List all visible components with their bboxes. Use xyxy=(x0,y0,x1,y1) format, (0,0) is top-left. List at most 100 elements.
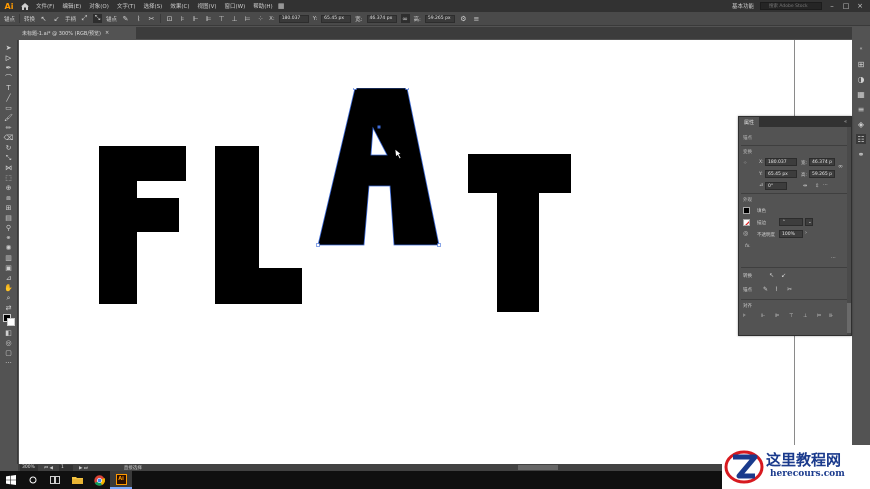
pencil-tool-icon[interactable]: ✏ xyxy=(3,124,15,133)
fx-label[interactable]: fx. xyxy=(745,244,751,249)
prev-artboard-icon[interactable]: ⏮ ◀ xyxy=(44,465,53,471)
curvature-tool-icon[interactable]: ⌒ xyxy=(3,74,15,83)
pen-tool-icon[interactable]: ✒ xyxy=(3,64,15,73)
reference-point-icon[interactable]: ⁘ xyxy=(256,14,265,23)
search-icon[interactable] xyxy=(22,471,44,489)
properties-panel-icon[interactable]: ☷ xyxy=(856,134,866,144)
menu-effect[interactable]: 效果(C) xyxy=(166,2,193,10)
eyedropper-tool-icon[interactable]: ⚲ xyxy=(3,224,15,233)
cut-path-icon[interactable]: ✂ xyxy=(147,14,156,23)
hide-handles-icon[interactable]: ⤡ xyxy=(93,14,103,23)
links-panel-icon[interactable]: ⚭ xyxy=(856,149,866,159)
close-tab-icon[interactable]: × xyxy=(105,30,109,36)
workspace-switcher[interactable]: 基本功能 xyxy=(732,2,754,10)
align-top-icon[interactable]: ⊤ xyxy=(789,313,793,319)
flip-horizontal-icon[interactable]: ⇹ xyxy=(803,183,807,189)
opacity-field[interactable]: 100% xyxy=(779,230,803,238)
line-tool-icon[interactable]: ╱ xyxy=(3,94,15,103)
menu-select[interactable]: 选择(S) xyxy=(140,2,167,10)
align-center-icon[interactable]: ⊩ xyxy=(191,14,200,23)
arrange-icon[interactable]: ▦ xyxy=(277,2,286,11)
reference-point-icon[interactable]: ⁘ xyxy=(743,160,747,166)
rotate-tool-icon[interactable]: ↻ xyxy=(3,144,15,153)
stock-search-input[interactable]: 搜索 Adobe Stock xyxy=(760,2,822,10)
eraser-tool-icon[interactable]: ⌫ xyxy=(3,134,15,143)
file-explorer-icon[interactable] xyxy=(66,471,88,489)
stroke-swatch[interactable] xyxy=(6,318,15,326)
scale-tool-icon[interactable]: ⤡ xyxy=(3,154,15,163)
connect-anchor-icon[interactable]: ⌇ xyxy=(775,286,778,293)
menu-view[interactable]: 视图(V) xyxy=(193,2,220,10)
opacity-expand-icon[interactable]: › xyxy=(805,230,807,236)
more-options-icon[interactable]: ··· xyxy=(831,255,836,261)
free-transform-tool-icon[interactable]: ⬚ xyxy=(3,174,15,183)
blend-tool-icon[interactable]: ⚭ xyxy=(3,234,15,243)
horizontal-scrollbar-thumb[interactable] xyxy=(518,465,558,470)
stroke-panel-icon[interactable]: ≡ xyxy=(856,104,866,114)
artboard-number-field[interactable]: 1 xyxy=(58,464,73,471)
scrollbar-thumb[interactable] xyxy=(847,303,851,333)
task-view-icon[interactable] xyxy=(44,471,66,489)
y-field[interactable]: 65.45 px xyxy=(765,170,797,178)
align-left-icon[interactable]: ⊧ xyxy=(178,14,187,23)
remove-anchor-icon[interactable]: ✎ xyxy=(121,14,130,23)
document-tab[interactable]: 未标题-1.ai* @ 300% (RGB/预览) × xyxy=(18,27,136,39)
menu-help[interactable]: 帮助(H) xyxy=(249,2,276,10)
fill-swatch[interactable] xyxy=(743,207,750,214)
align-left-icon[interactable]: ⊧ xyxy=(743,313,746,319)
align-top-icon[interactable]: ⊤ xyxy=(217,14,226,23)
maximize-icon[interactable]: □ xyxy=(842,2,850,10)
collapse-panels-icon[interactable]: « xyxy=(856,44,866,54)
w-field[interactable]: 46.374 p xyxy=(809,158,835,166)
stroke-weight-field[interactable]: ⌃ xyxy=(779,218,803,226)
screen-mode-icon[interactable]: ▢ xyxy=(3,349,15,358)
layers-panel-icon[interactable]: ◈ xyxy=(856,119,866,129)
next-artboard-icon[interactable]: ▶ ⏭ xyxy=(79,465,88,471)
artboard-canvas[interactable] xyxy=(19,40,852,464)
chrome-icon[interactable] xyxy=(88,471,110,489)
draw-mode-icon[interactable]: ◎ xyxy=(3,339,15,348)
illustrator-taskbar-button[interactable]: Ai xyxy=(110,471,132,489)
rectangle-tool-icon[interactable]: ▭ xyxy=(3,104,15,113)
stroke-weight-dropdown[interactable]: ⌄ xyxy=(805,218,813,226)
convert-smooth-icon[interactable]: ↙ xyxy=(52,14,61,23)
convert-smooth-icon[interactable]: ↙ xyxy=(781,272,786,279)
align-vcenter-icon[interactable]: ⊥ xyxy=(803,313,807,319)
selection-tool-icon[interactable]: ➤ xyxy=(3,44,15,53)
show-handles-icon[interactable]: ⤢ xyxy=(80,14,89,23)
hand-tool-icon[interactable]: ✋ xyxy=(3,284,15,293)
zoom-tool-icon[interactable]: ⌕ xyxy=(3,294,15,303)
panel-menu-icon[interactable]: ≡ xyxy=(472,14,481,23)
symbol-sprayer-tool-icon[interactable]: ✺ xyxy=(3,244,15,253)
connect-anchor-icon[interactable]: ⌇ xyxy=(134,14,143,23)
letter-f-shape[interactable] xyxy=(99,146,186,306)
w-field[interactable]: 46.374 px xyxy=(366,14,397,23)
stroke-swatch[interactable] xyxy=(743,219,750,226)
color-mode-icon[interactable]: ◧ xyxy=(3,329,15,338)
constrain-proportions-icon[interactable]: ∞ xyxy=(838,163,843,170)
align-middle-icon[interactable]: ⊥ xyxy=(230,14,239,23)
align-hcenter-icon[interactable]: ⊩ xyxy=(761,313,765,319)
swap-fill-stroke-icon[interactable]: ⇄ xyxy=(3,304,15,313)
cut-path-icon[interactable]: ✂ xyxy=(787,286,792,293)
slice-tool-icon[interactable]: ⊿ xyxy=(3,274,15,283)
menu-type[interactable]: 文字(T) xyxy=(113,2,140,10)
type-tool-icon[interactable]: T xyxy=(3,84,15,93)
paintbrush-tool-icon[interactable]: 🖌 xyxy=(3,114,15,123)
rotate-angle-field[interactable]: 0° xyxy=(765,182,787,190)
menu-object[interactable]: 对象(O) xyxy=(85,2,113,10)
remove-anchor-icon[interactable]: ✎ xyxy=(763,286,768,293)
mesh-tool-icon[interactable]: ⊞ xyxy=(3,204,15,213)
more-options-icon[interactable]: ··· xyxy=(823,182,828,188)
link-icon[interactable]: ∞ xyxy=(400,14,410,23)
x-field[interactable]: 180.037 xyxy=(278,14,309,23)
direct-selection-tool-icon[interactable]: ▷ xyxy=(3,54,15,63)
convert-corner-icon[interactable]: ↖ xyxy=(769,272,774,279)
close-icon[interactable]: × xyxy=(856,2,864,10)
letter-l-shape[interactable] xyxy=(215,146,302,306)
transform-icon[interactable]: ⚙ xyxy=(459,14,468,23)
fill-stroke-swatch[interactable] xyxy=(2,314,15,326)
align-right-icon[interactable]: ⊫ xyxy=(775,313,779,319)
zoom-field[interactable]: 300% xyxy=(20,464,38,471)
color-panel-icon[interactable]: ◑ xyxy=(856,74,866,84)
